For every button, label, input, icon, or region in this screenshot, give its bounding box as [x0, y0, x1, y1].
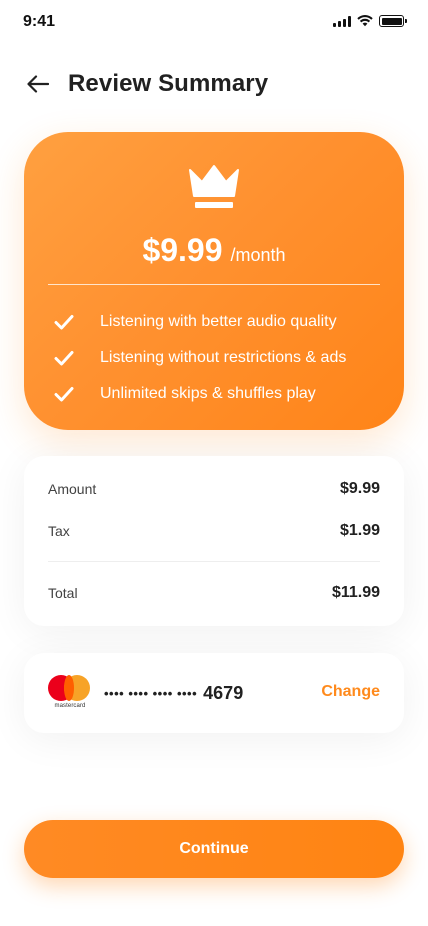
card-brand: mastercard	[54, 703, 86, 709]
feature-text: Listening without restrictions & ads	[100, 349, 347, 366]
summary-card: Amount $9.99 Tax $1.99 Total $11.99	[24, 456, 404, 626]
battery-icon	[379, 15, 407, 27]
tax-value: $1.99	[339, 522, 380, 539]
header: Review Summary	[24, 64, 404, 104]
feature-item: Listening without restrictions & ads	[52, 340, 384, 376]
tax-label: Tax	[48, 523, 70, 539]
arrow-left-icon	[27, 75, 49, 93]
total-row: Total $11.99	[48, 584, 380, 602]
amount-value: $9.99	[339, 480, 380, 497]
status-bar: 9:41	[0, 0, 428, 44]
plan-card: $9.99 /month Listening with better audio…	[24, 132, 404, 430]
feature-text: Unlimited skips & shuffles play	[100, 385, 316, 402]
feature-list: Listening with better audio quality List…	[52, 304, 384, 412]
total-value: $11.99	[331, 584, 380, 601]
cellular-signal-icon	[333, 15, 351, 27]
check-icon	[52, 382, 76, 406]
feature-item: Unlimited skips & shuffles play	[52, 376, 384, 412]
feature-item: Listening with better audio quality	[52, 304, 384, 340]
mastercard-icon: mastercard	[48, 675, 92, 713]
feature-text: Listening with better audio quality	[100, 313, 337, 330]
status-time: 9:41	[23, 13, 56, 30]
card-number: •••• •••• •••• •••• 4679	[104, 683, 243, 704]
divider	[48, 561, 380, 562]
plan-price: $9.99	[142, 232, 223, 268]
page-title: Review Summary	[68, 70, 269, 97]
plan-period: /month	[230, 245, 286, 265]
status-icons	[333, 15, 407, 27]
payment-method-card: mastercard •••• •••• •••• •••• 4679 Chan…	[24, 653, 404, 733]
amount-row: Amount $9.99	[48, 480, 380, 498]
review-summary-screen: 9:41 Review Summary $9.99 /month Listeni…	[0, 0, 428, 926]
masked-card-digits: •••• •••• •••• ••••	[104, 686, 198, 701]
total-label: Total	[48, 585, 78, 601]
divider	[48, 284, 380, 285]
change-payment-button[interactable]: Change	[321, 683, 380, 701]
amount-label: Amount	[48, 481, 97, 497]
tax-row: Tax $1.99	[48, 522, 380, 540]
back-button[interactable]	[24, 70, 52, 98]
check-icon	[52, 310, 76, 334]
wifi-icon	[357, 15, 373, 27]
crown-icon	[189, 165, 239, 208]
card-last-four: 4679	[203, 683, 244, 703]
continue-button[interactable]: Continue	[24, 820, 404, 878]
check-icon	[52, 346, 76, 370]
price-row: $9.99 /month	[24, 232, 404, 269]
